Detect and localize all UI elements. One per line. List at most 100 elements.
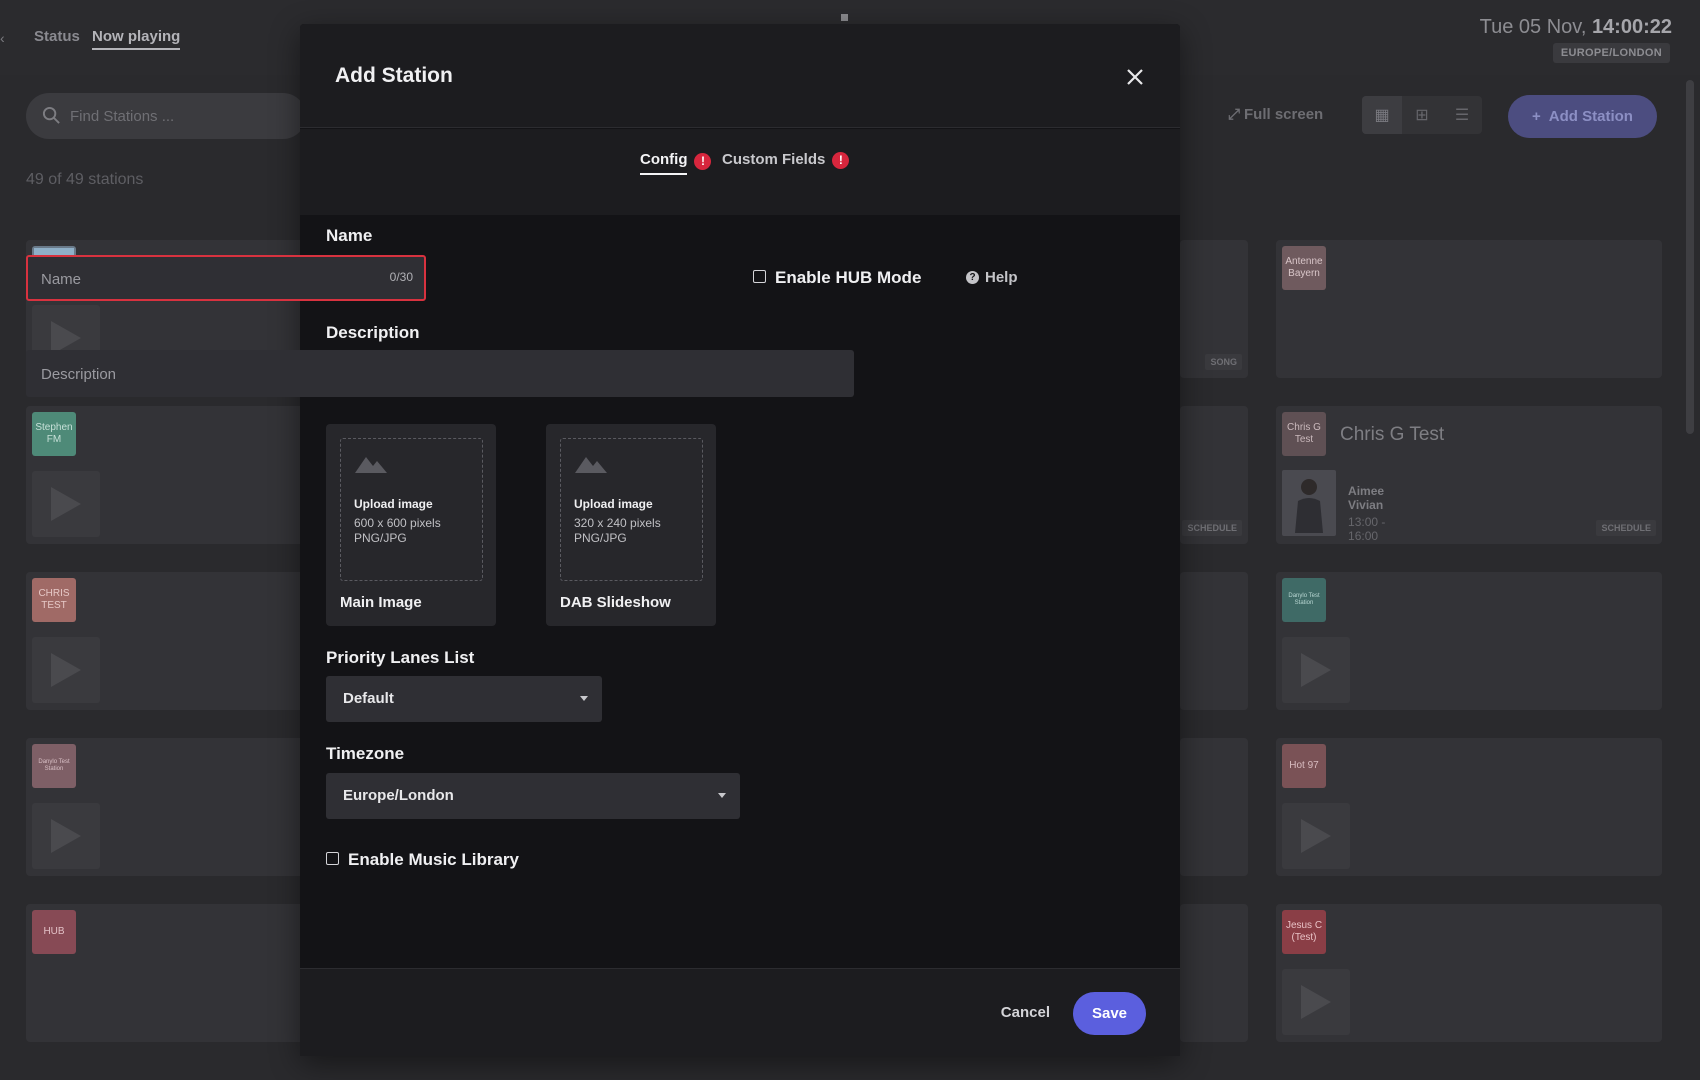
- hub-mode-label: Enable HUB Mode: [775, 268, 922, 287]
- error-icon: !: [832, 151, 850, 169]
- dialog-footer: Cancel Save: [300, 968, 1180, 1056]
- station-card[interactable]: [1180, 738, 1248, 876]
- grid-large-view-button[interactable]: ▦: [1362, 96, 1402, 134]
- presenter-name: Aimee Vivian: [1348, 484, 1385, 512]
- play-icon: [51, 487, 81, 521]
- grid-small-view-button[interactable]: ⊞: [1402, 96, 1442, 134]
- help-button[interactable]: ? Help: [966, 269, 1018, 286]
- error-icon: !: [694, 152, 712, 170]
- image-placeholder-icon: [355, 457, 387, 473]
- music-library-label: Enable Music Library: [348, 850, 519, 869]
- timezone-select[interactable]: Europe/London: [326, 773, 740, 819]
- nav-tab-now-playing[interactable]: Now playing: [92, 28, 181, 50]
- chevron-down-icon: [718, 793, 726, 798]
- schedule-tag: SCHEDULE: [1596, 520, 1656, 536]
- play-placeholder: [1282, 803, 1350, 869]
- tab-config[interactable]: Config !: [640, 151, 712, 175]
- expand-icon: ⤢: [1228, 106, 1241, 123]
- description-label: Description: [326, 323, 420, 342]
- description-input[interactable]: [41, 363, 821, 385]
- station-card[interactable]: Danylo Test Station: [26, 738, 306, 876]
- main-image-dropzone[interactable]: Upload image 600 x 600 pixels PNG/JPG: [340, 438, 483, 581]
- plus-icon: +: [1532, 108, 1541, 125]
- station-logo: Danylo Test Station: [1282, 578, 1326, 622]
- station-card[interactable]: Chris G Test Chris G Test Aimee Vivian 1…: [1276, 406, 1662, 544]
- station-card[interactable]: [1180, 904, 1248, 1042]
- full-screen-button[interactable]: ⤢ Full screen: [1228, 106, 1323, 123]
- station-card[interactable]: Jesus C (Test): [1276, 904, 1662, 1042]
- presenter-time: 13:00 - 16:00: [1348, 515, 1386, 543]
- station-search[interactable]: [26, 93, 306, 139]
- help-icon: ?: [966, 271, 979, 284]
- upload-format: PNG/JPG: [574, 531, 627, 545]
- play-placeholder: [32, 471, 100, 537]
- play-placeholder: [32, 803, 100, 869]
- main-image-upload: Upload image 600 x 600 pixels PNG/JPG Ma…: [326, 424, 496, 626]
- tab-config-label: Config: [640, 151, 688, 175]
- name-field[interactable]: 0/30: [26, 255, 426, 301]
- station-title: Chris G Test: [1340, 424, 1445, 445]
- station-card[interactable]: [1180, 572, 1248, 710]
- upload-size: 600 x 600 pixels: [354, 516, 441, 530]
- timezone-value: Europe/London: [343, 787, 454, 804]
- save-button[interactable]: Save: [1073, 992, 1146, 1035]
- priority-lanes-label: Priority Lanes List: [326, 648, 475, 667]
- search-icon: [42, 106, 60, 124]
- station-card[interactable]: Stephen FM: [26, 406, 306, 544]
- play-placeholder: [1282, 637, 1350, 703]
- add-station-label: Add Station: [1548, 108, 1633, 125]
- dialog-title: Add Station: [335, 64, 453, 87]
- add-station-button[interactable]: + Add Station: [1508, 95, 1657, 138]
- close-button[interactable]: [1120, 62, 1150, 92]
- station-logo: HUB: [32, 910, 76, 954]
- cancel-button[interactable]: Cancel: [1001, 1004, 1050, 1021]
- presenter-photo: [1282, 470, 1337, 536]
- description-field[interactable]: [26, 350, 854, 397]
- station-count: 49 of 49 stations: [26, 171, 144, 188]
- station-card[interactable]: SCHEDULE: [1180, 406, 1248, 544]
- name-input[interactable]: [41, 268, 341, 290]
- priority-lanes-select[interactable]: Default: [326, 676, 602, 722]
- timezone-badge: EUROPE/LONDON: [1552, 43, 1670, 63]
- station-card[interactable]: Danylo Test Station: [1276, 572, 1662, 710]
- tab-custom-fields-label: Custom Fields: [722, 151, 826, 168]
- station-logo: Chris G Test: [1282, 412, 1326, 456]
- station-logo: Danylo Test Station: [32, 744, 76, 788]
- page-scrollbar[interactable]: [1686, 80, 1694, 434]
- list-view-button[interactable]: ☰: [1442, 96, 1482, 134]
- station-logo: Hot 97: [1282, 744, 1326, 788]
- chevron-down-icon: [580, 696, 588, 701]
- dab-slideshow-upload: Upload image 320 x 240 pixels PNG/JPG DA…: [546, 424, 716, 626]
- tab-custom-fields[interactable]: Custom Fields !: [722, 151, 850, 173]
- priority-lanes-value: Default: [343, 690, 394, 707]
- play-icon: [1301, 985, 1331, 1019]
- dab-slideshow-dropzone[interactable]: Upload image 320 x 240 pixels PNG/JPG: [560, 438, 703, 581]
- timezone-label: Timezone: [326, 744, 405, 763]
- search-input[interactable]: [70, 105, 290, 127]
- help-label: Help: [985, 269, 1018, 286]
- station-logo: Stephen FM: [32, 412, 76, 456]
- name-char-counter: 0/30: [389, 270, 413, 284]
- clock: Tue 05 Nov, 14:00:22: [1480, 16, 1672, 39]
- music-library-checkbox[interactable]: [326, 852, 339, 865]
- station-card[interactable]: Antenne Bayern: [1276, 240, 1662, 378]
- play-icon: [51, 819, 81, 853]
- station-logo: CHRIS TEST: [32, 578, 76, 622]
- view-toggle: ▦ ⊞ ☰: [1362, 96, 1482, 134]
- full-screen-label: Full screen: [1244, 106, 1324, 123]
- grid-large-icon: ▦: [1374, 107, 1390, 124]
- song-tag: SONG: [1205, 354, 1242, 370]
- station-card[interactable]: CHRIS TEST: [26, 572, 306, 710]
- play-icon: [51, 653, 81, 687]
- hub-mode-checkbox[interactable]: [753, 270, 766, 283]
- grid-small-icon: ⊞: [1415, 107, 1429, 124]
- station-card[interactable]: HUB: [26, 904, 306, 1042]
- station-card[interactable]: SONG: [1180, 240, 1248, 378]
- station-logo: Antenne Bayern: [1282, 246, 1326, 290]
- collapse-icon[interactable]: ‹: [0, 30, 5, 46]
- close-icon: [1127, 69, 1143, 85]
- drag-handle-icon: [841, 14, 848, 21]
- station-card[interactable]: Hot 97: [1276, 738, 1662, 876]
- list-icon: ☰: [1454, 107, 1470, 124]
- nav-tab-status[interactable]: Status: [34, 28, 80, 45]
